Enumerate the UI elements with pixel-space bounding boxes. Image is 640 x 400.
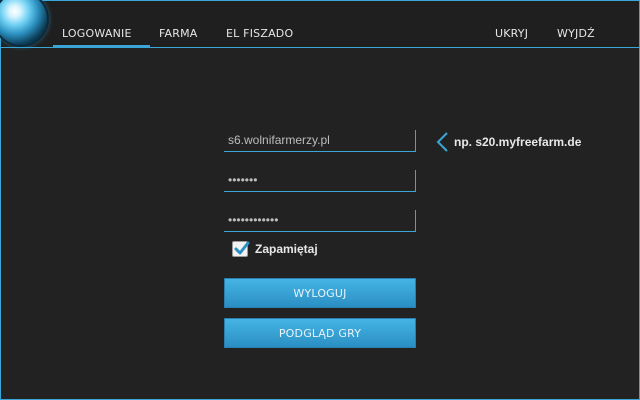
active-tab-indicator bbox=[53, 45, 150, 48]
password-field bbox=[224, 210, 416, 232]
remember-checkbox[interactable] bbox=[232, 241, 250, 257]
game-preview-button[interactable]: PODGLĄD GRY bbox=[224, 318, 416, 348]
server-input[interactable] bbox=[224, 130, 412, 150]
server-hint: np. s20.myfreefarm.de bbox=[454, 135, 582, 149]
password-input[interactable] bbox=[224, 210, 412, 230]
username-input[interactable] bbox=[224, 170, 412, 190]
exit-button[interactable]: WYJDŹ bbox=[557, 27, 595, 43]
tab-logowanie[interactable]: LOGOWANIE bbox=[62, 27, 132, 43]
orb-logo-icon bbox=[0, 0, 47, 45]
server-field bbox=[224, 130, 416, 152]
top-navigation-bar: LOGOWANIE FARMA EL FISZADO UKRYJ WYJDŹ bbox=[0, 0, 639, 48]
chevron-left-icon bbox=[436, 132, 448, 152]
logout-button[interactable]: WYLOGUJ bbox=[224, 278, 416, 308]
checkmark-icon bbox=[234, 241, 250, 255]
tab-farma[interactable]: FARMA bbox=[159, 27, 198, 43]
username-field bbox=[224, 170, 416, 192]
remember-me-option[interactable]: Zapamiętaj bbox=[232, 240, 318, 258]
remember-label: Zapamiętaj bbox=[255, 242, 318, 256]
hide-button[interactable]: UKRYJ bbox=[495, 27, 528, 43]
tab-el-fiszado[interactable]: EL FISZADO bbox=[226, 27, 293, 43]
